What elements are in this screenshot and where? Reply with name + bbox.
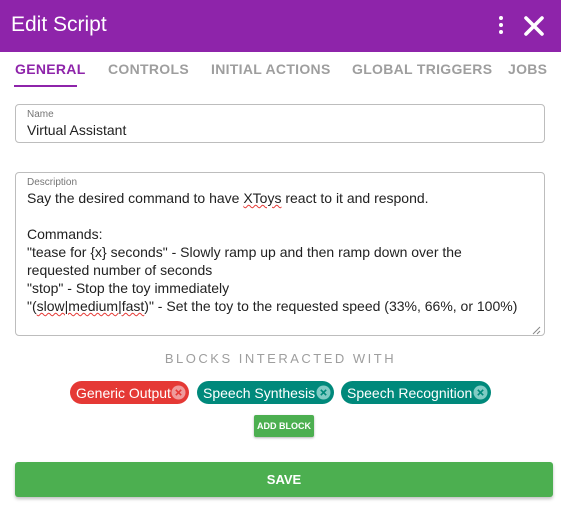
tab-jobs[interactable]: JOBS	[508, 61, 547, 77]
add-block-button[interactable]: ADD BLOCK	[254, 415, 314, 437]
description-field-label: Description	[27, 177, 78, 188]
chip-label: Speech Synthesis	[203, 384, 316, 401]
desc-blank-line	[27, 207, 537, 225]
chip-remove-icon[interactable]	[171, 385, 186, 400]
dialog-header: Edit Script	[0, 0, 561, 52]
name-field-value: Virtual Assistant	[27, 122, 127, 138]
desc-line-7b: slow|medium|fast	[36, 298, 145, 314]
tab-active-indicator	[14, 85, 77, 87]
chip-label: Speech Recognition	[347, 384, 473, 401]
chip-speech-recognition: Speech Recognition	[341, 381, 491, 404]
desc-line-1b: XToys	[243, 190, 282, 206]
tab-controls[interactable]: CONTROLS	[108, 61, 189, 77]
tab-bar: GENERAL CONTROLS INITIAL ACTIONS GLOBAL …	[0, 52, 561, 88]
desc-line-7a: "(	[27, 298, 37, 314]
desc-line-7c: )" - Set the toy to the requested speed …	[144, 298, 518, 314]
save-button[interactable]: SAVE	[15, 462, 553, 497]
chip-speech-synthesis: Speech Synthesis	[197, 381, 334, 404]
blocks-heading: BLOCKS INTERACTED WITH	[164, 351, 397, 366]
tab-general[interactable]: GENERAL	[15, 61, 86, 77]
chip-remove-icon[interactable]	[473, 385, 488, 400]
more-vert-icon[interactable]	[496, 14, 506, 38]
tab-initial-actions[interactable]: INITIAL ACTIONS	[211, 61, 331, 77]
desc-line-1c: react to it and respond.	[281, 190, 429, 206]
description-field[interactable]: Description Say the desired command to h…	[15, 172, 545, 336]
description-text: Say the desired command to have XToys re…	[27, 189, 537, 315]
desc-line-4: "tease for {x} seconds" - Slowly ramp up…	[27, 244, 462, 260]
desc-line-1a: Say the desired command to have	[27, 190, 244, 206]
chip-label: Generic Output	[76, 384, 171, 401]
desc-line-6: "stop" - Stop the toy immediately	[27, 280, 230, 296]
close-icon[interactable]	[522, 14, 546, 38]
name-field-label: Name	[27, 109, 54, 120]
name-field[interactable]: Name Virtual Assistant	[15, 104, 545, 143]
desc-line-5: requested number of seconds	[27, 262, 213, 278]
chip-generic-output: Generic Output	[70, 381, 189, 404]
dialog-title: Edit Script	[11, 13, 107, 36]
desc-line-3: Commands:	[27, 226, 103, 242]
resize-handle-icon[interactable]	[531, 322, 541, 335]
chip-remove-icon[interactable]	[316, 385, 331, 400]
tab-global-triggers[interactable]: GLOBAL TRIGGERS	[352, 61, 492, 77]
